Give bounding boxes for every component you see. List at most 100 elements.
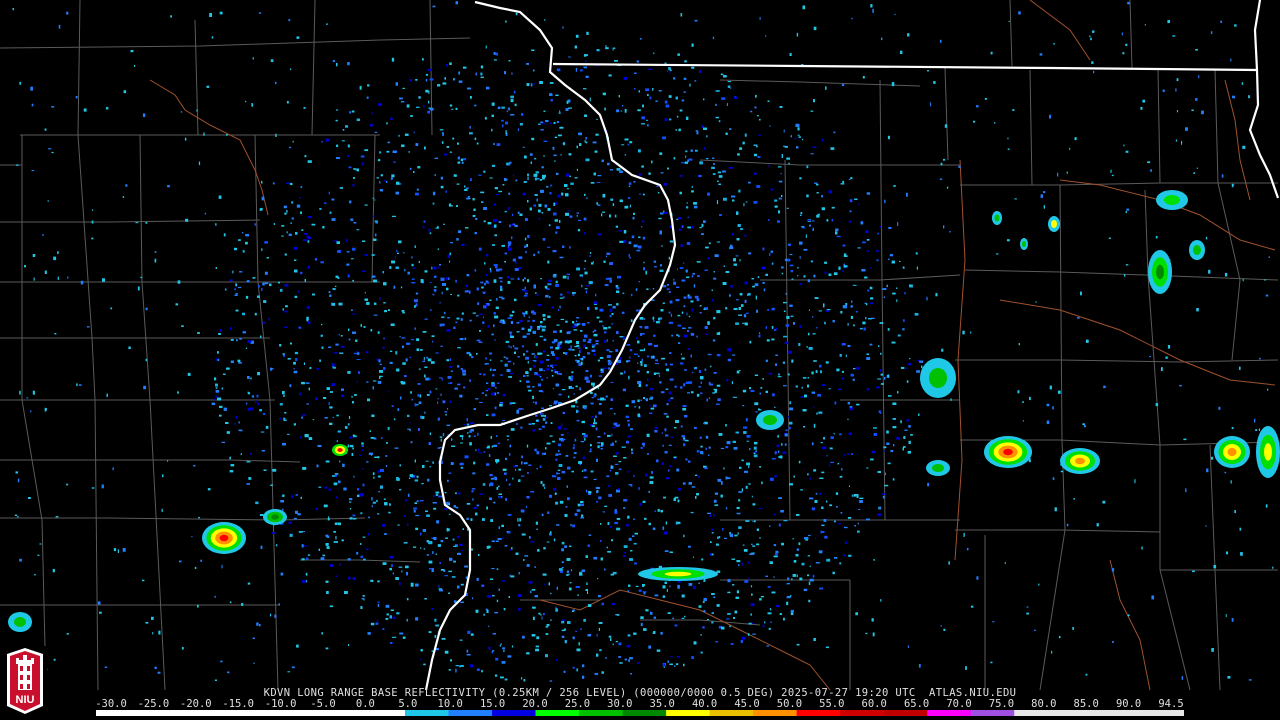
echo-pixel [229, 279, 233, 282]
echo-pixel [716, 604, 720, 607]
echo-pixel [628, 241, 632, 244]
echo-pixel [413, 509, 416, 513]
echo-pixel [526, 385, 531, 388]
echo-pixel [596, 182, 601, 183]
echo-pixel [549, 435, 553, 437]
echo-pixel [680, 425, 683, 428]
echo-pixel [708, 454, 710, 456]
echo-pixel [303, 362, 305, 365]
county-line [960, 182, 1278, 186]
echo-pixel [563, 428, 567, 430]
echo-pixel [524, 237, 527, 241]
echo-pixel [601, 602, 604, 606]
echo-pixel [668, 444, 672, 446]
echo-pixel [608, 326, 611, 329]
echo-pixel [619, 662, 623, 664]
echo-pixel [219, 414, 222, 417]
echo-pixel [752, 285, 755, 288]
echo-pixel [264, 282, 269, 285]
county-line [955, 529, 1161, 533]
echo-pixel [613, 413, 616, 415]
echo-pixel [403, 375, 407, 377]
echo-pixel [668, 95, 672, 98]
echo-pixel [241, 232, 244, 234]
echo-pixel [485, 357, 488, 360]
echo-pixel [590, 444, 592, 447]
echo-pixel [717, 180, 719, 182]
echo-pixel [735, 431, 739, 434]
echo-pixel [453, 78, 455, 81]
echo-pixel [681, 99, 685, 102]
echo-pixel [512, 213, 514, 217]
echo-pixel [842, 180, 845, 183]
echo-pixel [321, 141, 323, 143]
echo-pixel [248, 477, 252, 480]
echo-pixel [576, 320, 577, 322]
echo-pixel [830, 147, 835, 150]
echo-pixel [404, 499, 408, 502]
echo-pixel [851, 300, 853, 303]
echo-pixel [606, 339, 608, 342]
echo-pixel [813, 274, 816, 278]
echo-pixel [329, 422, 333, 425]
echo-pixel [352, 401, 354, 404]
echo-pixel [591, 416, 594, 418]
echo-pixel [356, 380, 358, 383]
echo-pixel [648, 68, 653, 70]
echo-pixel [681, 279, 686, 282]
echo-pixel [437, 398, 439, 400]
echo-pixel [811, 507, 815, 511]
echo-pixel [641, 116, 645, 120]
echo-pixel [770, 250, 773, 253]
echo-pixel [595, 415, 597, 418]
echo-pixel [866, 239, 870, 241]
county-line [964, 269, 1279, 281]
echo-pixel [373, 302, 377, 305]
echo-pixel [711, 528, 713, 531]
echo-pixel [426, 554, 429, 556]
echo-pixel [740, 228, 743, 230]
echo-pixel [482, 321, 485, 324]
echo-pixel [312, 419, 315, 421]
echo-pixel [585, 290, 587, 294]
echo-pixel [757, 276, 760, 279]
echo-pixel [750, 110, 753, 113]
echo-pixel [653, 616, 656, 619]
echo-pixel [646, 119, 649, 121]
echo-pixel [520, 426, 523, 429]
echo-pixel [449, 260, 451, 263]
echo-pixel [606, 349, 610, 352]
echo-pixel [718, 536, 721, 539]
echo-pixel [608, 367, 611, 370]
echo-pixel [559, 346, 561, 349]
echo-pixel [624, 370, 626, 374]
echo-pixel [289, 533, 293, 537]
echo-pixel [584, 334, 588, 338]
echo-pixel [692, 226, 694, 229]
echo-pixel [405, 565, 409, 569]
echo-pixel [560, 434, 564, 436]
echo-pixel [787, 577, 790, 580]
echo-pixel [642, 236, 646, 240]
echo-pixel [573, 456, 576, 459]
echo-pixel [560, 318, 565, 320]
echo-pixel [618, 461, 622, 463]
echo-pixel [440, 345, 443, 347]
echo-pixel [526, 652, 530, 655]
echo-pixel [611, 603, 615, 606]
echo-pixel [853, 324, 855, 327]
echo-pixel [386, 180, 388, 183]
echo-pixel [572, 636, 575, 640]
echo-pixel [510, 575, 515, 578]
echo-pixel [633, 181, 636, 183]
echo-pixel [361, 442, 364, 445]
echo-pixel [469, 664, 474, 668]
echo-pixel [432, 293, 435, 296]
echo-pixel [797, 134, 800, 136]
echo-pixel [435, 352, 439, 354]
echo-pixel [469, 126, 471, 129]
echo-pixel [738, 526, 742, 529]
echo-pixel [359, 454, 362, 456]
echo-pixel [460, 583, 464, 586]
echo-pixel [471, 490, 474, 493]
